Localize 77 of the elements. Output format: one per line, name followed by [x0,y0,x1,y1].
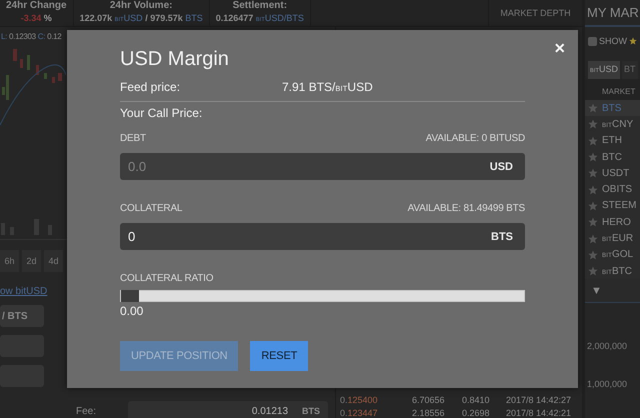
time-cell-text: 2017/8 14:42:27 [506,395,572,405]
available-balance: AVAILABLE: 0 BITUSD [426,133,525,145]
slider-thumb[interactable] [121,290,139,302]
candle [27,55,30,70]
stat-label: Settlement: [232,0,288,12]
price-cell-text: 0.123447 [340,408,379,418]
ratio-reading: 0.00 [120,304,144,318]
market-row[interactable]: BTC [585,148,640,166]
star-icon[interactable] [588,217,598,228]
star-icon[interactable] [588,250,598,260]
market-row[interactable]: BTS [585,100,640,116]
action-button[interactable]: RESET [250,341,308,371]
stat-value: -3.34 % [20,12,52,25]
total-cell-text: 0.2698 [462,408,491,418]
star-icon[interactable] [588,152,598,162]
unit-label: USD [490,161,513,173]
candle [52,77,55,83]
amount-cell-text: 6.70656 [412,395,446,405]
axis-label: 1,000,000 [587,379,628,390]
market-name: HERO [602,216,631,228]
candle [20,59,23,68]
star-icon[interactable] [588,266,598,276]
checkbox[interactable] [588,36,597,46]
field-label: COLLATERAL RATIO [120,273,214,285]
star-icon[interactable] [588,119,598,130]
market-depth-tab[interactable]: MARKET DEPTH [489,0,582,26]
panel-title: MY MAR [585,0,640,27]
market-name: ETH [602,135,622,146]
star-icon[interactable] [588,184,598,195]
stat-label: 24hr Volume: [110,0,172,12]
collapse-toggle[interactable]: ▼ [585,279,640,304]
dialog-title: USD Margin [120,47,230,72]
candle [13,49,17,61]
star-icon[interactable] [588,168,598,178]
feed-price-label: Feed price: [120,79,182,96]
available-balance: AVAILABLE: 81.49499 BTS [408,203,525,215]
star-icon[interactable] [588,136,598,146]
star-icon[interactable] [588,200,598,211]
fee-label: Fee: [76,406,96,416]
market-tab[interactable]: BT [622,61,638,79]
period-button[interactable]: 4d [44,250,63,272]
market-row[interactable]: USDT [585,165,640,182]
stat-label: 24hr Change [6,0,67,12]
close-button[interactable]: × [554,39,565,57]
price-cell-text: 0.125400 [340,395,379,405]
field-label: DEBT [120,133,146,145]
time-cell-text: 2017/8 14:42:21 [506,408,572,418]
amount-cell-text: 2.18556 [412,408,446,418]
call-price-label: Your Call Price: [120,105,204,121]
star-icon[interactable] [588,103,598,114]
star-icon [629,37,637,45]
unit-label: BTS [491,231,513,243]
checkbox-label: SHOW [599,36,627,46]
market-name: STEEM [602,200,636,212]
price-legend: L: 0.12303 C: 0.12 [1,32,62,41]
period-button[interactable]: 2d [22,250,41,272]
market-row[interactable]: STEEM [585,198,640,214]
period-button[interactable]: 6h [0,250,19,272]
market-row[interactable]: OBITS [585,181,640,198]
fee-field: 0.01213 BTS [128,401,328,418]
candle [58,73,62,81]
axis-label: 2,000,000 [587,341,628,352]
ratio-slider[interactable] [120,290,525,302]
market-name: OBITS [602,184,632,196]
market-name: BTC [602,152,622,163]
market-row[interactable]: ETH [585,132,640,149]
market-name: BTS [602,102,622,114]
market-row[interactable]: HERO [585,214,640,230]
asset-link[interactable]: ow bitUSD [0,286,48,297]
candle [44,73,47,79]
candle [36,65,39,75]
market-name: USDT [602,168,630,179]
total-cell-text: 0.8410 [462,395,491,405]
field-label: COLLATERAL [120,203,182,215]
trend-line [0,64,66,126]
star-icon[interactable] [588,234,598,244]
pair-field[interactable]: / BTS [0,305,44,327]
